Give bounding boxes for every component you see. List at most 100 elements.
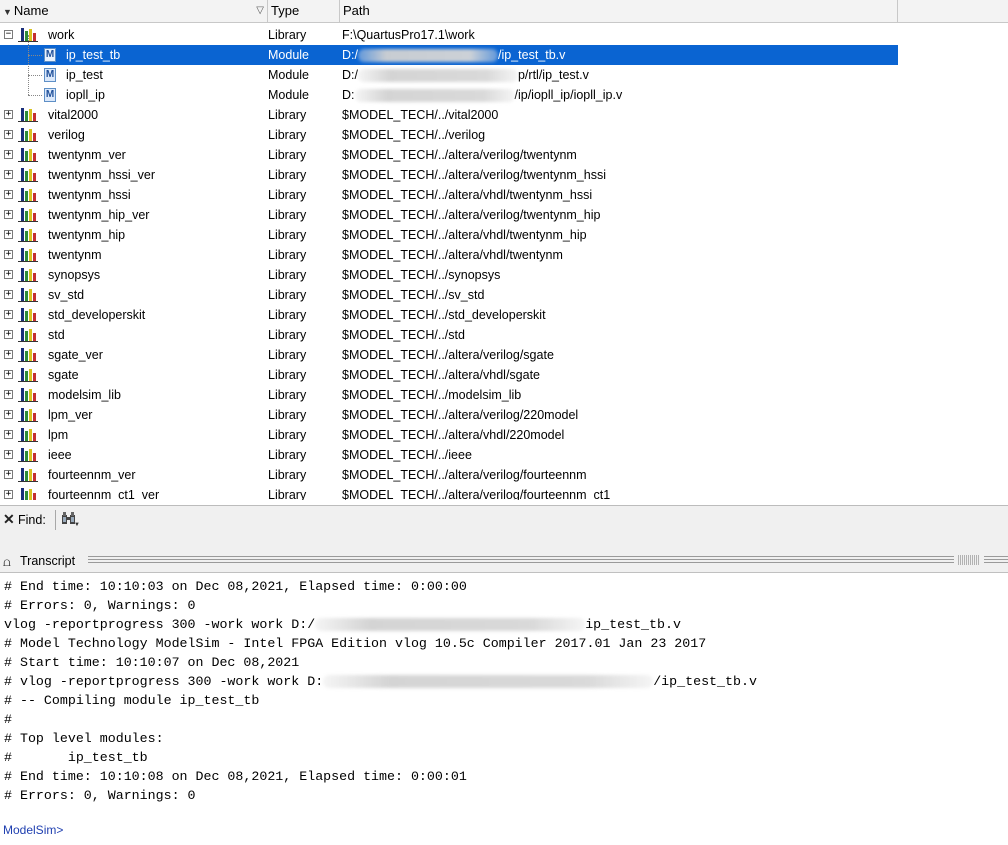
- tree-row-library[interactable]: + std_developerskit Library $MODEL_TECH/../…: [0, 305, 898, 325]
- plus-box-icon[interactable]: +: [4, 350, 13, 359]
- close-icon[interactable]: ✕: [3, 511, 15, 527]
- tree-row-path: $MODEL_TECH/../altera/verilog/twentynm_h…: [342, 208, 601, 222]
- tree-row-path: $MODEL_TECH/../verilog: [342, 128, 486, 142]
- plus-box-icon[interactable]: +: [4, 250, 13, 259]
- tree-row-path: $MODEL_TECH/../altera/vhdl/sgate: [342, 368, 540, 382]
- tree-row-name: twentynm_hssi_ver: [48, 168, 155, 182]
- tree-row-type: Library: [268, 468, 307, 482]
- tree-row-library[interactable]: + twentynm Library $MODEL_TECH/../altera/vh…: [0, 245, 898, 265]
- column-header-path[interactable]: Path: [340, 0, 898, 22]
- tree-row-library[interactable]: + vital2000 Library $MODEL_TECH/../vital200…: [0, 105, 898, 125]
- library-pane: ▼ Name ▽ Type Path − work Library F:\Quartus…: [0, 0, 1008, 500]
- tree-row-library[interactable]: + sgate Library $MODEL_TECH/../altera/vhdl/…: [0, 365, 898, 385]
- tree-row-module[interactable]: Miopll_ip Module D: /ip/iopll_ip/iopll_ip.v: [0, 75, 898, 105]
- plus-box-icon[interactable]: +: [4, 450, 13, 459]
- transcript-line: # Errors: 0, Warnings: 0: [4, 598, 196, 613]
- plus-box-icon[interactable]: +: [4, 390, 13, 399]
- filter-icon[interactable]: ▽: [256, 0, 264, 22]
- plus-box-icon[interactable]: +: [4, 470, 13, 479]
- plus-box-icon[interactable]: +: [4, 130, 13, 139]
- tree-connector: [28, 75, 42, 76]
- library-bars-icon: [18, 408, 40, 422]
- tree-row-path: $MODEL_TECH/../altera/vhdl/twentynm_hip: [342, 228, 587, 242]
- tree-row-name: vital2000: [48, 108, 99, 122]
- plus-box-icon[interactable]: +: [4, 190, 13, 199]
- tree-row-name: sgate_ver: [48, 348, 103, 362]
- tree-row-library[interactable]: + std Library $MODEL_TECH/../std: [0, 325, 898, 345]
- path-prefix: D:: [342, 88, 355, 102]
- tree-row-library[interactable]: + sgate_ver Library $MODEL_TECH/../altera/v…: [0, 345, 898, 365]
- column-header-type[interactable]: Type: [268, 0, 340, 22]
- tree-row-library[interactable]: + twentynm_hssi Library $MODEL_TECH/../alte…: [0, 185, 898, 205]
- drag-handle-right[interactable]: [984, 556, 1008, 564]
- tree-row-name: twentynm_hssi: [48, 188, 131, 202]
- tree-row-type: Library: [268, 368, 307, 382]
- tree-row-library[interactable]: + twentynm_ver Library $MODEL_TECH/../alter…: [0, 145, 898, 165]
- tree-row-library[interactable]: + synopsys Library $MODEL_TECH/../synopsys: [0, 265, 898, 285]
- transcript-line: # Start time: 10:10:07 on Dec 08,2021: [4, 655, 300, 670]
- minus-box-icon[interactable]: −: [4, 30, 13, 39]
- tree-row-path: $MODEL_TECH/../altera/verilog/220model: [342, 408, 579, 422]
- column-header-name[interactable]: ▼ Name ▽: [0, 0, 268, 22]
- tree-row-library[interactable]: + twentynm_hip_ver Library $MODEL_TECH/../a…: [0, 205, 898, 225]
- tree-row-library[interactable]: + ieee Library $MODEL_TECH/../ieee: [0, 445, 898, 465]
- tree-row-library[interactable]: + twentynm_hip Library $MODEL_TECH/../alter…: [0, 225, 898, 245]
- library-bars-icon: [18, 128, 40, 142]
- transcript-line: # Errors: 0, Warnings: 0: [4, 788, 196, 803]
- tree-row-library[interactable]: + verilog Library $MODEL_TECH/../verilog: [0, 125, 898, 145]
- chevron-down-icon[interactable]: ▼: [74, 522, 80, 528]
- tree-connector: [28, 35, 29, 55]
- tree-row-module[interactable]: Mip_test_tb Module D:/ /ip_test_tb.v: [0, 35, 898, 65]
- pane-splitter[interactable]: [0, 534, 1008, 550]
- tree-row-library[interactable]: + lpm_ver Library $MODEL_TECH/../altera/ver…: [0, 405, 898, 425]
- library-column-header: ▼ Name ▽ Type Path: [0, 0, 1008, 23]
- transcript-line: # -- Compiling module ip_test_tb: [4, 693, 260, 708]
- redacted-path-blur: [357, 49, 498, 63]
- drag-handle[interactable]: [88, 556, 954, 564]
- tree-row-library[interactable]: + sv_std Library $MODEL_TECH/../sv_std: [0, 285, 898, 305]
- tree-row-library[interactable]: − work Library F:\QuartusPro17.1\work: [0, 25, 898, 45]
- dock-grip[interactable]: [958, 555, 980, 565]
- transcript-console[interactable]: # End time: 10:10:03 on Dec 08,2021, Ela…: [0, 573, 1008, 845]
- tree-row-name: sv_std: [48, 288, 85, 302]
- tree-row-path: $MODEL_TECH/../altera/vhdl/220model: [342, 428, 565, 442]
- tree-row-type: Library: [268, 168, 307, 182]
- command-prompt[interactable]: ModelSim>: [3, 823, 63, 837]
- tree-row-name: twentynm_hip: [48, 228, 126, 242]
- plus-box-icon[interactable]: +: [4, 490, 13, 499]
- tree-row-module[interactable]: Mip_test Module D:/ p/rtl/ip_test.v: [0, 55, 898, 85]
- plus-box-icon[interactable]: +: [4, 270, 13, 279]
- tree-row-library[interactable]: + twentynm_hssi_ver Library $MODEL_TECH/../…: [0, 165, 898, 185]
- plus-box-icon[interactable]: +: [4, 430, 13, 439]
- tree-row-type: Library: [268, 308, 307, 322]
- plus-box-icon[interactable]: +: [4, 150, 13, 159]
- plus-box-icon[interactable]: +: [4, 410, 13, 419]
- tree-row-library[interactable]: + fourteennm_ct1_ver Library $MODEL_TECH/..…: [0, 485, 898, 500]
- plus-box-icon[interactable]: +: [4, 330, 13, 339]
- transcript-line: # Top level modules:: [4, 731, 164, 746]
- tree-row-name: verilog: [48, 128, 85, 142]
- plus-box-icon[interactable]: +: [4, 290, 13, 299]
- transcript-header: ⩍ Transcript: [0, 550, 1008, 573]
- tree-row-library[interactable]: + lpm Library $MODEL_TECH/../altera/vhdl/22…: [0, 425, 898, 445]
- transcript-line: #: [4, 712, 12, 727]
- plus-box-icon[interactable]: +: [4, 170, 13, 179]
- tree-row-type: Library: [268, 348, 307, 362]
- column-name-label: Name: [13, 3, 49, 18]
- library-bars-icon: [18, 228, 40, 242]
- tree-row-library[interactable]: + modelsim_lib Library $MODEL_TECH/../model…: [0, 385, 898, 405]
- tree-row-type: Library: [268, 128, 307, 142]
- tree-row-path: D:/ p/rtl/ip_test.v: [342, 65, 589, 85]
- module-m-icon: M: [44, 48, 56, 62]
- library-bars-icon: [18, 188, 40, 202]
- plus-box-icon[interactable]: +: [4, 230, 13, 239]
- path-prefix: D:/: [342, 68, 358, 82]
- plus-box-icon[interactable]: +: [4, 210, 13, 219]
- tree-row-path: $MODEL_TECH/../std_developerskit: [342, 308, 546, 322]
- plus-box-icon[interactable]: +: [4, 110, 13, 119]
- plus-box-icon[interactable]: +: [4, 370, 13, 379]
- transcript-title: Transcript: [20, 554, 76, 568]
- tree-row-path: D:/ /ip_test_tb.v: [342, 45, 565, 65]
- tree-row-library[interactable]: + fourteennm_ver Library $MODEL_TECH/../alt…: [0, 465, 898, 485]
- plus-box-icon[interactable]: +: [4, 310, 13, 319]
